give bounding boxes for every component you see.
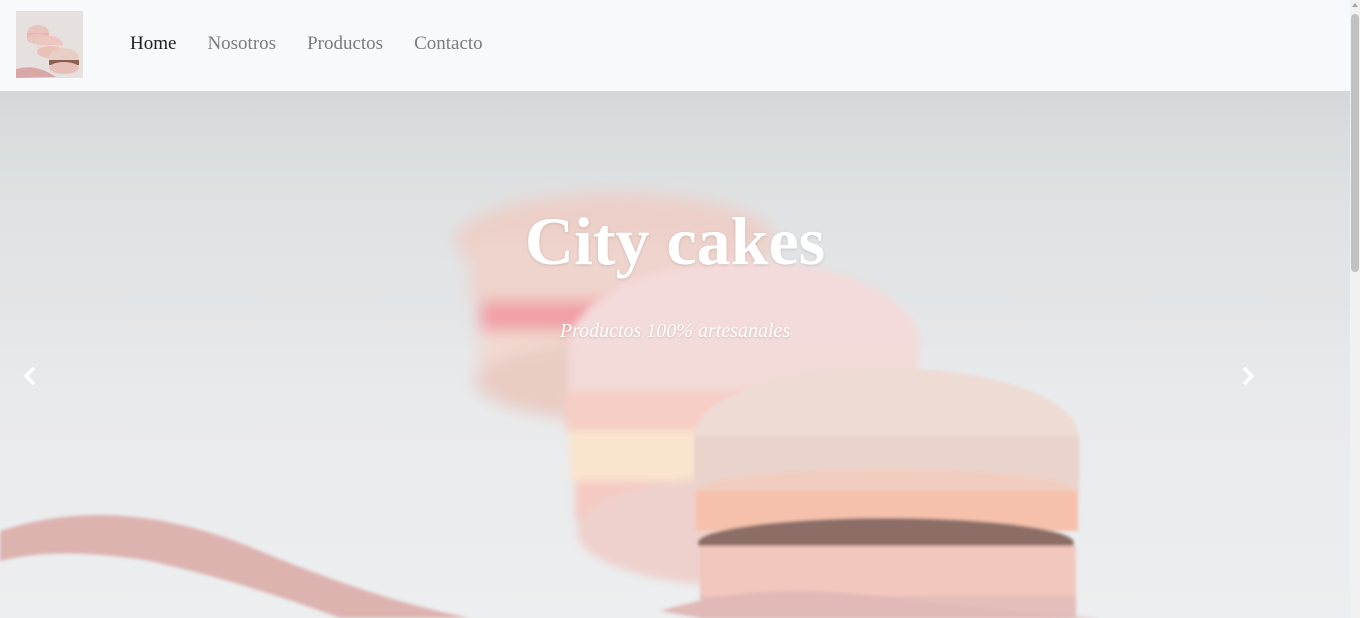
carousel-next-button[interactable] [1233, 361, 1263, 391]
navbar: Home Nosotros Productos Contacto [0, 0, 1350, 91]
hero-subtitle: Productos 100% artesanales [559, 320, 791, 342]
chevron-left-icon [23, 367, 36, 385]
brand-logo[interactable] [16, 11, 83, 78]
macaron-logo-image [16, 11, 83, 78]
scrollbar-thumb[interactable] [1351, 14, 1359, 272]
main-nav: Home Nosotros Productos Contacto [130, 32, 514, 56]
nav-link-productos[interactable]: Productos [307, 32, 383, 56]
carousel-prev-button[interactable] [15, 361, 45, 391]
nav-link-contacto[interactable]: Contacto [414, 32, 483, 56]
chevron-right-icon [1242, 367, 1255, 385]
hero-background-image [0, 91, 1350, 618]
hero-title: City cakes [524, 203, 826, 279]
vertical-scrollbar[interactable] [1350, 0, 1360, 618]
hero-carousel: City cakes Productos 100% artesanales [0, 91, 1350, 618]
nav-link-home[interactable]: Home [130, 32, 176, 56]
nav-link-nosotros[interactable]: Nosotros [207, 32, 276, 56]
scroll-up-arrow-icon[interactable] [1352, 3, 1358, 7]
